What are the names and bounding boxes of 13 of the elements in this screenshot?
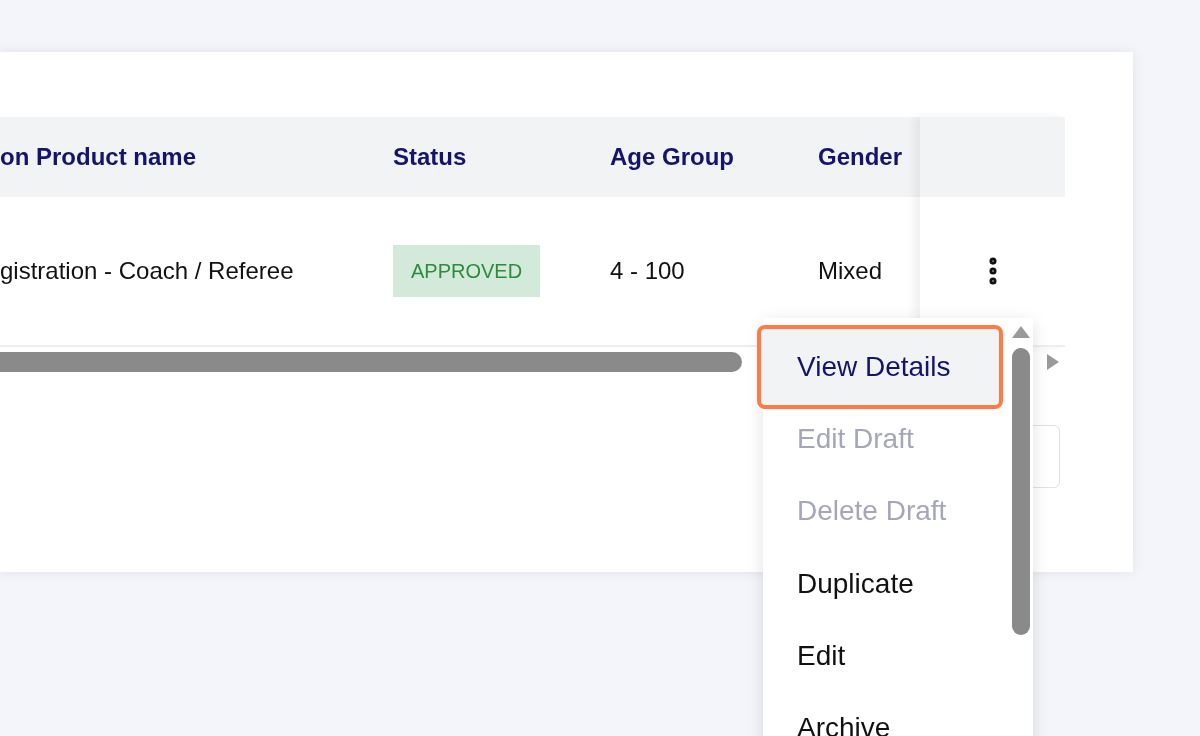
scrollbar-thumb[interactable] (0, 352, 742, 372)
scrollbar-thumb[interactable] (1012, 348, 1030, 635)
column-header: Age Group (610, 143, 734, 170)
table-cell-text: 4 - 100 (610, 256, 685, 286)
column-header: Gender (818, 143, 903, 170)
scroll-right-icon[interactable] (1047, 354, 1059, 370)
scroll-up-icon[interactable] (1012, 326, 1030, 338)
status-badge: APPROVED (393, 245, 541, 297)
table-cell-text: Mixed (818, 256, 883, 286)
table-cell-text: gistration - Coach / Referee (0, 256, 294, 286)
menu-item[interactable]: View Details (757, 325, 1003, 410)
column-header: on Product name (0, 143, 197, 170)
column-header: Status (393, 143, 467, 170)
